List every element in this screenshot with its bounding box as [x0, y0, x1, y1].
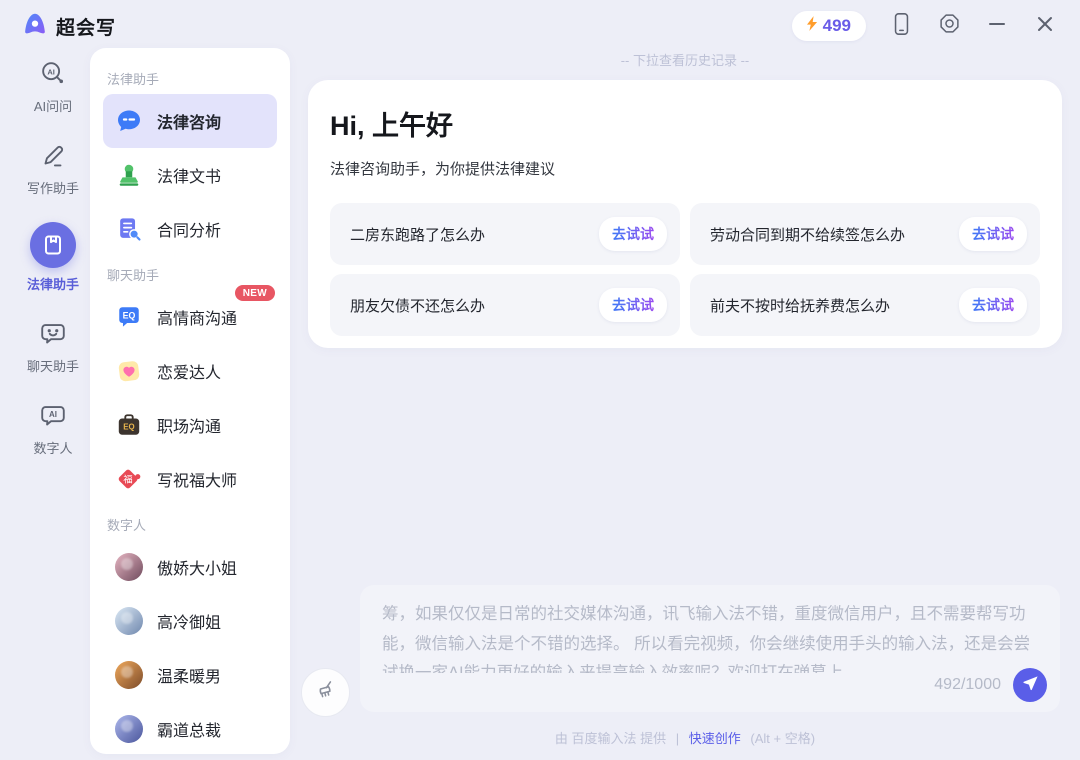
char-counter: 492/1000 [934, 676, 1001, 694]
chat-smile-icon [38, 318, 68, 350]
avatar [115, 715, 143, 743]
app-logo-icon [22, 11, 48, 42]
svg-text:福: 福 [123, 474, 132, 485]
sidebar-item-contract-analysis[interactable]: 合同分析 [103, 202, 277, 256]
footer-separator: | [676, 731, 679, 746]
mobile-app-button[interactable] [888, 13, 914, 39]
suggestion-card[interactable]: 朋友欠债不还怎么办 去试试 [330, 274, 680, 336]
try-it-button[interactable]: 去试试 [959, 288, 1027, 322]
try-it-button[interactable]: 去试试 [599, 217, 667, 251]
chat-bubble-icon [115, 107, 143, 135]
chat-ai-icon: AI [38, 400, 68, 432]
history-pull-hint[interactable]: -- 下拉查看历史记录 -- [308, 50, 1062, 69]
settings-button[interactable] [936, 13, 962, 39]
footer-hint: 由 百度输入法 提供 | 快速创作 (Alt + 空格) [308, 728, 1062, 747]
assistant-sidebar: 法律助手 法律咨询 法律文书 [90, 48, 290, 754]
sidebar-item-blessing-master[interactable]: 福 写祝福大师 [103, 452, 277, 506]
section-header-chat: 聊天助手 [107, 265, 273, 284]
suggestion-grid: 二房东跑路了怎么办 去试试 劳动合同到期不给续签怎么办 去试试 朋友欠债不还怎么… [330, 203, 1040, 336]
sidebar-item-persona-3[interactable]: 温柔暖男 [103, 648, 277, 702]
try-it-button[interactable]: 去试试 [599, 288, 667, 322]
message-input[interactable] [360, 585, 1060, 673]
titlebar: 超会写 499 [0, 0, 1080, 52]
rail-item-chat[interactable]: 聊天助手 [27, 318, 79, 375]
svg-text:EQ: EQ [123, 422, 134, 431]
app-title: 超会写 [56, 13, 116, 40]
minimize-button[interactable] [984, 13, 1010, 39]
suggestion-card[interactable]: 前夫不按时给抚养费怎么办 去试试 [690, 274, 1040, 336]
sidebar-item-workplace-communication[interactable]: EQ 职场沟通 [103, 398, 277, 452]
sidebar-item-legal-consult[interactable]: 法律咨询 [103, 94, 277, 148]
greeting-title: Hi, 上午好 [330, 104, 1040, 143]
section-header-legal: 法律助手 [107, 69, 273, 88]
avatar [115, 553, 143, 581]
svg-text:AI: AI [49, 410, 57, 419]
ai-search-icon: AI [38, 58, 68, 90]
close-button[interactable] [1032, 13, 1058, 39]
suggestion-card[interactable]: 二房东跑路了怎么办 去试试 [330, 203, 680, 265]
svg-text:EQ: EQ [123, 311, 136, 321]
energy-count: 499 [823, 16, 851, 36]
phone-icon [893, 12, 910, 41]
greeting-card: Hi, 上午好 法律咨询助手，为你提供法律建议 二房东跑路了怎么办 去试试 劳动… [308, 80, 1062, 348]
sidebar-item-love-expert[interactable]: 恋爱达人 [103, 344, 277, 398]
blessing-seal-icon: 福 [115, 465, 143, 493]
primary-nav-rail: AI AI问问 写作助手 法律助手 [14, 58, 92, 457]
avatar [115, 607, 143, 635]
section-header-digital-human: 数字人 [107, 515, 273, 534]
rail-item-digital-human[interactable]: AI 数字人 [33, 400, 72, 457]
love-heart-icon [115, 357, 143, 385]
rail-item-legal[interactable]: 法律助手 [27, 222, 79, 293]
quick-create-link[interactable]: 快速创作 [689, 731, 741, 746]
svg-text:AI: AI [47, 67, 55, 76]
new-badge: NEW [235, 285, 275, 301]
greeting-subtitle: 法律咨询助手，为你提供法律建议 [330, 158, 1040, 179]
briefcase-eq-icon: EQ [115, 411, 143, 439]
try-it-button[interactable]: 去试试 [959, 217, 1027, 251]
contract-search-icon [115, 215, 143, 243]
broom-icon [315, 679, 337, 706]
pencil-icon [38, 140, 68, 172]
shortcut-hint: (Alt + 空格) [750, 731, 815, 746]
suggestion-card[interactable]: 劳动合同到期不给续签怎么办 去试试 [690, 203, 1040, 265]
message-composer: 492/1000 [360, 585, 1060, 712]
close-icon [1037, 16, 1053, 37]
sidebar-item-persona-4[interactable]: 霸道总裁 [103, 702, 277, 754]
rail-item-writing[interactable]: 写作助手 [27, 140, 79, 197]
sidebar-item-legal-document[interactable]: 法律文书 [103, 148, 277, 202]
minimize-icon [989, 16, 1005, 37]
lightning-icon [807, 16, 818, 36]
energy-badge[interactable]: 499 [792, 11, 866, 41]
rail-item-ai-ask[interactable]: AI AI问问 [34, 58, 72, 115]
ime-provider-label: 由 百度输入法 提供 [555, 731, 666, 746]
avatar [115, 661, 143, 689]
book-icon [30, 222, 76, 268]
send-button[interactable] [1013, 668, 1047, 702]
gear-icon [938, 12, 961, 40]
app-logo: 超会写 [22, 11, 116, 42]
stamp-icon [115, 161, 143, 189]
sidebar-item-eq-communication[interactable]: EQ 高情商沟通 NEW [103, 290, 277, 344]
clear-chat-button[interactable] [301, 668, 350, 717]
eq-chat-icon: EQ [115, 303, 143, 331]
sidebar-item-persona-1[interactable]: 傲娇大小姐 [103, 540, 277, 594]
sidebar-item-persona-2[interactable]: 高冷御姐 [103, 594, 277, 648]
paper-plane-icon [1022, 675, 1039, 695]
